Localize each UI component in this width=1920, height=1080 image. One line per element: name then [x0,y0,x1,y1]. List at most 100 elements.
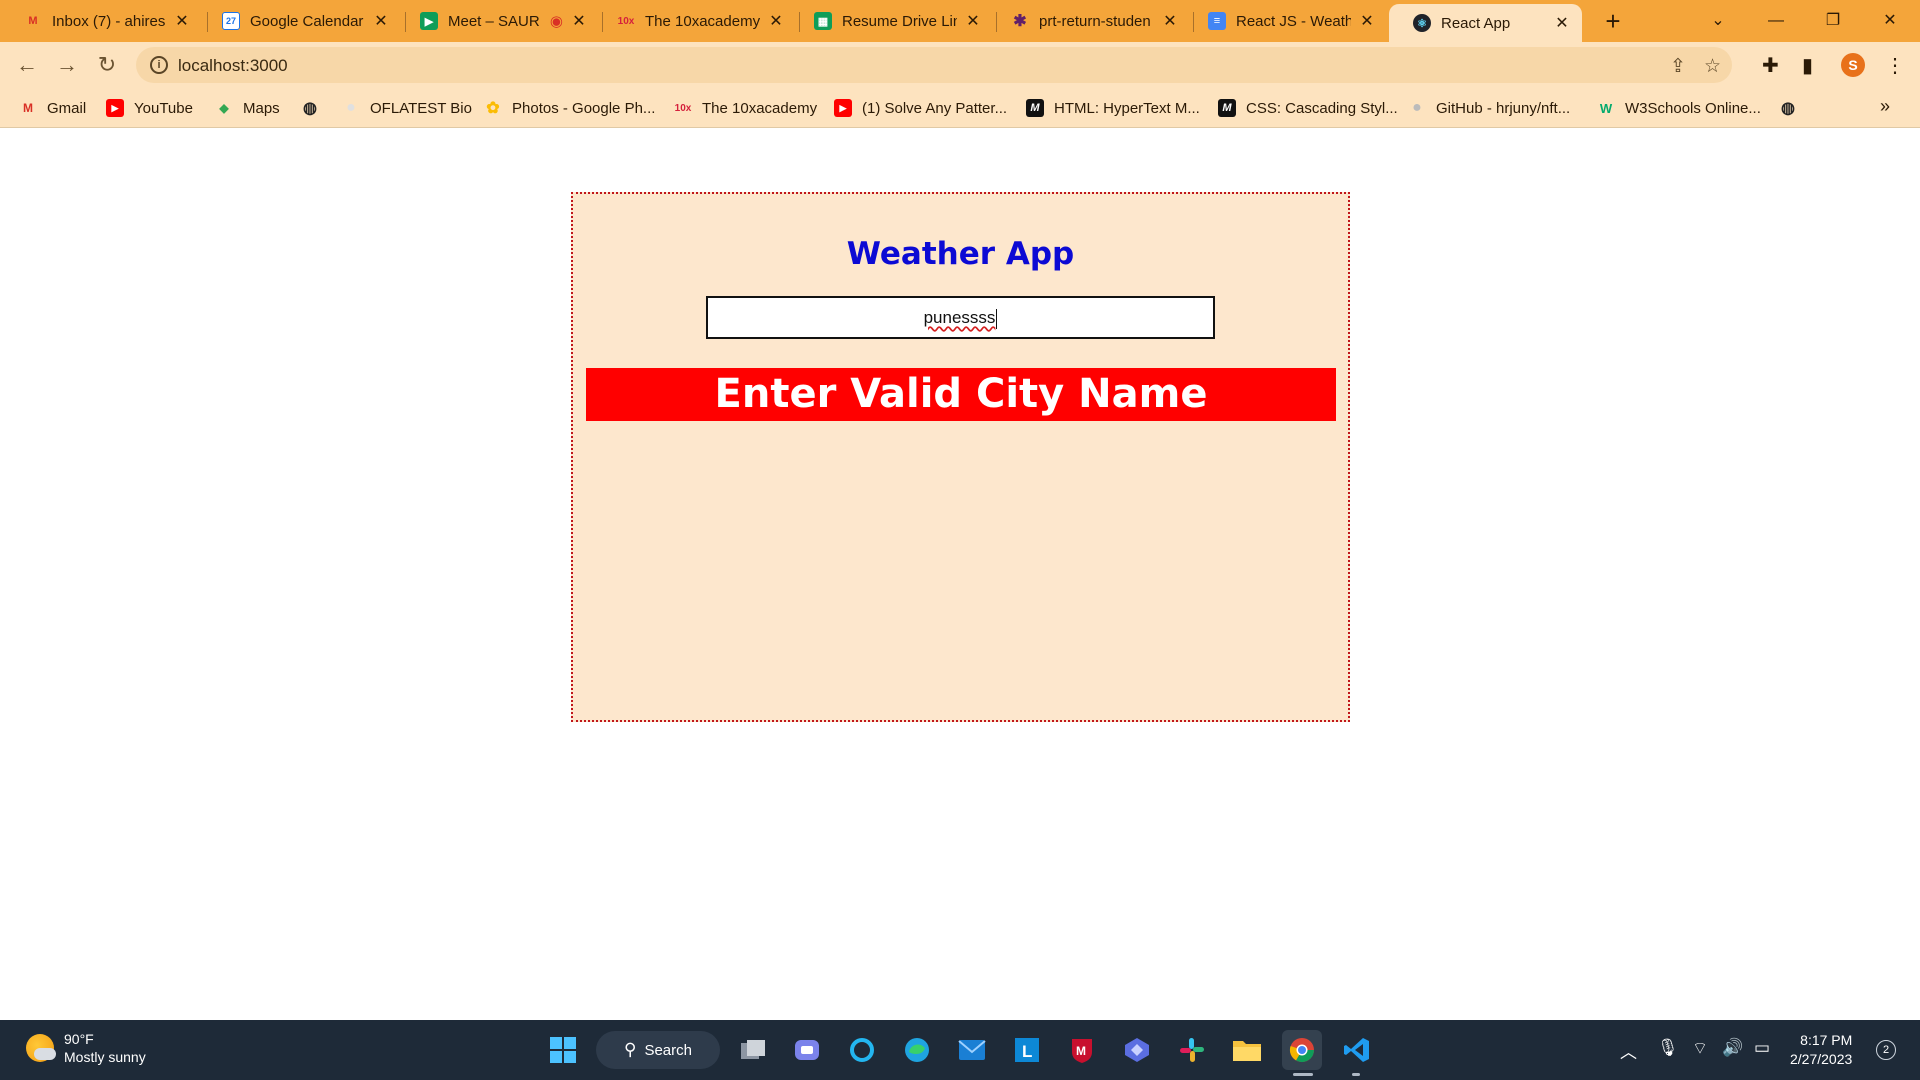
volume-icon[interactable]: 🔊 [1722,1038,1743,1058]
minimize-icon[interactable]: — [1748,6,1804,36]
bookmark-gmail[interactable]: M Gmail [19,96,86,120]
start-icon[interactable] [543,1030,583,1070]
bookmark-label: Gmail [47,99,87,117]
show-hidden-icons-icon[interactable]: ︿ [1620,1038,1637,1063]
bookmark-globe[interactable]: ◍ [301,96,329,120]
globe-icon: ◍ [303,100,317,117]
tab-title: React JS - Weathe [1236,12,1351,30]
vscode-icon[interactable] [1337,1030,1377,1070]
address-bar[interactable]: i localhost:3000 ⇪ ☆ [136,47,1732,83]
bookmark-label: GitHub - hrjuny/nft... [1436,99,1571,117]
browser-tab-strip: M Inbox (7) - ahiresa ✕ 27 Google Calend… [0,0,1920,42]
profile-avatar[interactable]: S [1841,53,1865,77]
bookmark-photos[interactable]: ✿ Photos - Google Ph... [484,96,655,120]
restore-icon[interactable]: ❐ [1805,6,1861,36]
mail-icon[interactable] [952,1030,992,1070]
oflatest-icon: ● [346,99,356,116]
chrome-icon[interactable] [1282,1030,1322,1070]
bookmark-10xacademy[interactable]: 10x The 10xacademy [674,96,817,120]
tab-title: The 10xacademy [645,12,760,30]
taskbar-search-button[interactable]: ⚲ Search [596,1031,720,1069]
tab-title: Inbox (7) - ahiresa [52,12,166,30]
tab-resume-sheet[interactable]: ▦ Resume Drive Lin ✕ [790,4,993,38]
extensions-icon[interactable]: ✚ [1762,53,1779,78]
side-panel-icon[interactable]: ▮ [1802,53,1813,78]
microphone-icon[interactable]: 🎙 [1657,1038,1679,1058]
copilot-icon[interactable] [1117,1030,1157,1070]
close-icon[interactable]: ✕ [1552,13,1572,33]
bookmark-youtube-pattern[interactable]: ▶ (1) Solve Any Patter... [834,96,1007,120]
gmail-icon: M [28,15,38,27]
teams-icon[interactable] [787,1030,827,1070]
close-icon[interactable]: ✕ [172,11,192,31]
forward-icon[interactable]: → [51,49,83,81]
tab-react-app[interactable]: ⚛ React App ✕ [1389,4,1582,42]
battery-icon[interactable]: ▭ [1754,1038,1770,1058]
system-clock[interactable]: 8:17 PM 2/27/2023 [1790,1031,1852,1069]
bookmarks-overflow-icon[interactable]: » [1880,96,1890,117]
bookmark-mdn-css[interactable]: M CSS: Cascading Styl... [1218,96,1398,120]
tab-gmail[interactable]: M Inbox (7) - ahiresa ✕ [0,4,202,38]
svg-text:M: M [1076,1044,1086,1058]
tab-title: prt-return-studen [1039,12,1151,30]
tab-calendar[interactable]: 27 Google Calendar ✕ [198,4,401,38]
task-view-icon[interactable] [733,1030,773,1070]
running-indicator [1352,1073,1360,1076]
url-text[interactable]: localhost:3000 [178,56,288,76]
slack-icon[interactable] [1172,1030,1212,1070]
react-icon: ⚛ [1413,14,1431,32]
svg-text:L: L [1022,1042,1032,1061]
search-label: Search [644,1041,692,1059]
clock-time: 8:17 PM [1800,1032,1853,1048]
cortana-icon[interactable] [842,1030,882,1070]
weather-widget[interactable]: 90°F Mostly sunny [26,1030,146,1066]
file-explorer-icon[interactable] [1227,1030,1267,1070]
mdn-icon: M [1218,99,1236,117]
running-indicator [1293,1073,1313,1076]
docs-icon: ≡ [1208,12,1226,30]
tab-10xacademy[interactable]: 10x The 10xacademy ✕ [593,4,796,38]
share-icon[interactable]: ⇪ [1670,55,1686,78]
close-icon[interactable]: ✕ [963,11,983,31]
tab-slack[interactable]: ✱ prt-return-studen ✕ [987,4,1190,38]
edge-icon[interactable] [897,1030,937,1070]
notification-badge[interactable]: 2 [1876,1040,1896,1060]
bookmark-maps[interactable]: ◆ Maps [215,96,280,120]
city-search-input[interactable]: punessss [706,296,1215,339]
mcafee-icon[interactable]: M [1062,1030,1102,1070]
browser-toolbar: ← → ↻ i localhost:3000 ⇪ ☆ ✚ ▮ S ⋮ [0,42,1920,88]
bookmark-globe-2[interactable]: ◍ [1779,96,1807,120]
window-close-icon[interactable]: ✕ [1862,6,1918,36]
close-icon[interactable]: ✕ [766,11,786,31]
bookmark-w3schools[interactable]: W W3Schools Online... [1597,96,1761,120]
bookmark-label: Maps [243,99,280,117]
bookmark-oflatest[interactable]: ● OFLATEST Bio [342,96,472,120]
tab-search-icon[interactable]: ⌄ [1690,6,1746,36]
tab-meet[interactable]: ▶ Meet – SAUR ◉ ✕ [396,4,599,38]
gmail-icon: M [23,101,33,115]
site-info-icon[interactable]: i [150,56,168,74]
weather-app-card: Weather App punessss Enter Valid City Na… [571,192,1350,722]
lenovo-icon[interactable]: L [1007,1030,1047,1070]
app-title: Weather App [846,236,1075,272]
close-icon[interactable]: ✕ [371,11,391,31]
bookmark-star-icon[interactable]: ☆ [1704,55,1721,78]
bookmark-github[interactable]: ● GitHub - hrjuny/nft... [1408,96,1570,120]
bookmark-mdn-html[interactable]: M HTML: HyperText M... [1026,96,1200,120]
tab-react-docs[interactable]: ≡ React JS - Weathe ✕ [1184,4,1387,38]
meet-icon: ▶ [420,12,438,30]
new-tab-button[interactable]: + [1598,6,1628,36]
bookmark-youtube[interactable]: ▶ YouTube [106,96,193,120]
close-icon[interactable]: ✕ [1160,11,1180,31]
partly-sunny-icon [26,1034,56,1062]
bookmark-label: OFLATEST Bio [370,99,472,117]
weather-widget-text: 90°F Mostly sunny [64,1030,146,1066]
wifi-icon[interactable]: ⌔ [1692,1038,1708,1059]
page-viewport: Weather App punessss Enter Valid City Na… [0,128,1920,1020]
close-icon[interactable]: ✕ [569,11,589,31]
back-icon[interactable]: ← [11,49,43,81]
menu-icon[interactable]: ⋮ [1885,53,1905,78]
close-icon[interactable]: ✕ [1357,11,1377,31]
bookmark-label: The 10xacademy [702,99,818,117]
reload-icon[interactable]: ↻ [91,49,123,81]
